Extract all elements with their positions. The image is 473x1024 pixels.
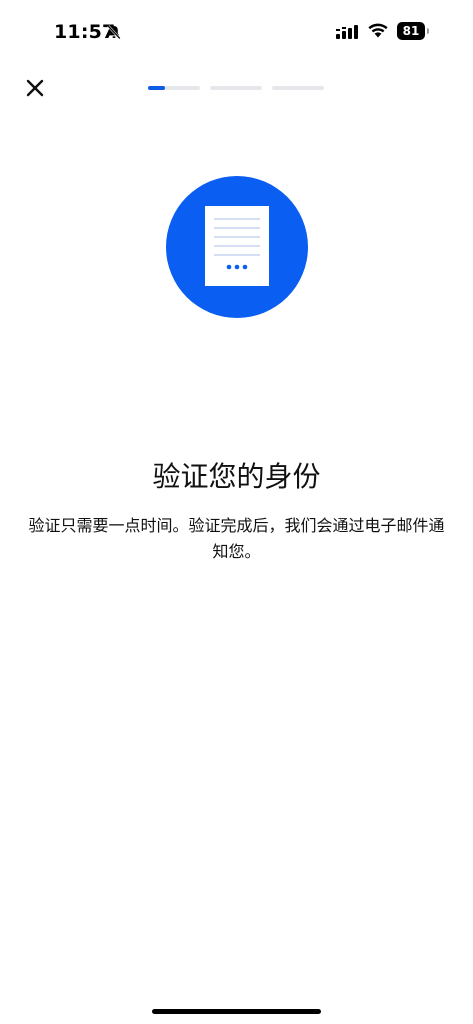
- document-icon: [205, 206, 269, 286]
- battery-tip: [427, 28, 429, 34]
- step-progress: [148, 86, 326, 90]
- battery-icon: 81: [397, 22, 431, 40]
- wifi-icon: [368, 23, 388, 38]
- close-button[interactable]: [20, 75, 50, 105]
- progress-step-1: [148, 86, 200, 90]
- home-indicator[interactable]: [152, 1009, 321, 1014]
- progress-step-1-fill: [148, 86, 166, 90]
- progress-step-3: [272, 86, 324, 90]
- battery-level: 81: [397, 22, 425, 40]
- document-illustration: [166, 176, 308, 318]
- progress-step-2: [210, 86, 262, 90]
- status-bar: 11:57 81: [0, 0, 473, 60]
- bell-slash-icon: [107, 25, 121, 40]
- signal-icon: [336, 25, 358, 39]
- close-icon: [26, 79, 44, 97]
- page-description: 验证只需要一点时间。验证完成后，我们会通过电子邮件通知您。: [28, 516, 445, 561]
- page-title: 验证您的身份: [152, 460, 321, 493]
